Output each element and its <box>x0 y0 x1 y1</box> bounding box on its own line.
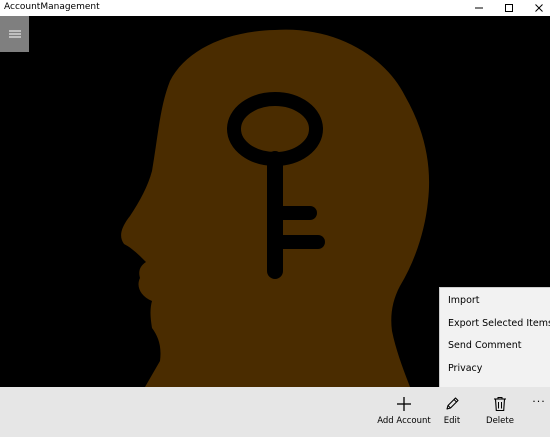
menu-item-privacy[interactable]: Privacy <box>440 358 550 381</box>
title-bar: AccountManagement <box>0 0 550 16</box>
menu-item-import[interactable]: Import <box>440 290 550 313</box>
close-icon <box>535 4 543 12</box>
delete-label: Delete <box>486 416 514 426</box>
plus-icon <box>397 397 411 411</box>
edit-button[interactable]: Edit <box>431 387 473 437</box>
maximize-button[interactable] <box>494 0 524 16</box>
close-button[interactable] <box>524 0 550 16</box>
hamburger-menu-button[interactable] <box>0 16 29 52</box>
maximize-icon <box>505 4 513 12</box>
add-account-label: Add Account <box>377 416 431 426</box>
window-title: AccountManagement <box>4 2 100 12</box>
more-options-button[interactable]: ··· <box>528 387 550 437</box>
edit-label: Edit <box>443 416 461 426</box>
app-window: AccountManagement Import Export Selected… <box>0 0 550 437</box>
minimize-icon <box>475 7 483 9</box>
menu-item-send-comment[interactable]: Send Comment <box>440 335 550 358</box>
more-icon: ··· <box>532 395 546 408</box>
trash-icon <box>494 397 506 412</box>
delete-button[interactable]: Delete <box>477 387 523 437</box>
menu-item-export-selected[interactable]: Export Selected Items <box>440 313 550 336</box>
add-account-button[interactable]: Add Account <box>374 387 434 437</box>
command-bar: Add Account Edit Delete ··· <box>0 387 550 437</box>
minimize-button[interactable] <box>464 0 494 16</box>
overflow-menu: Import Export Selected Items Send Commen… <box>439 287 550 387</box>
hamburger-icon <box>8 30 21 38</box>
pencil-icon <box>446 397 459 410</box>
